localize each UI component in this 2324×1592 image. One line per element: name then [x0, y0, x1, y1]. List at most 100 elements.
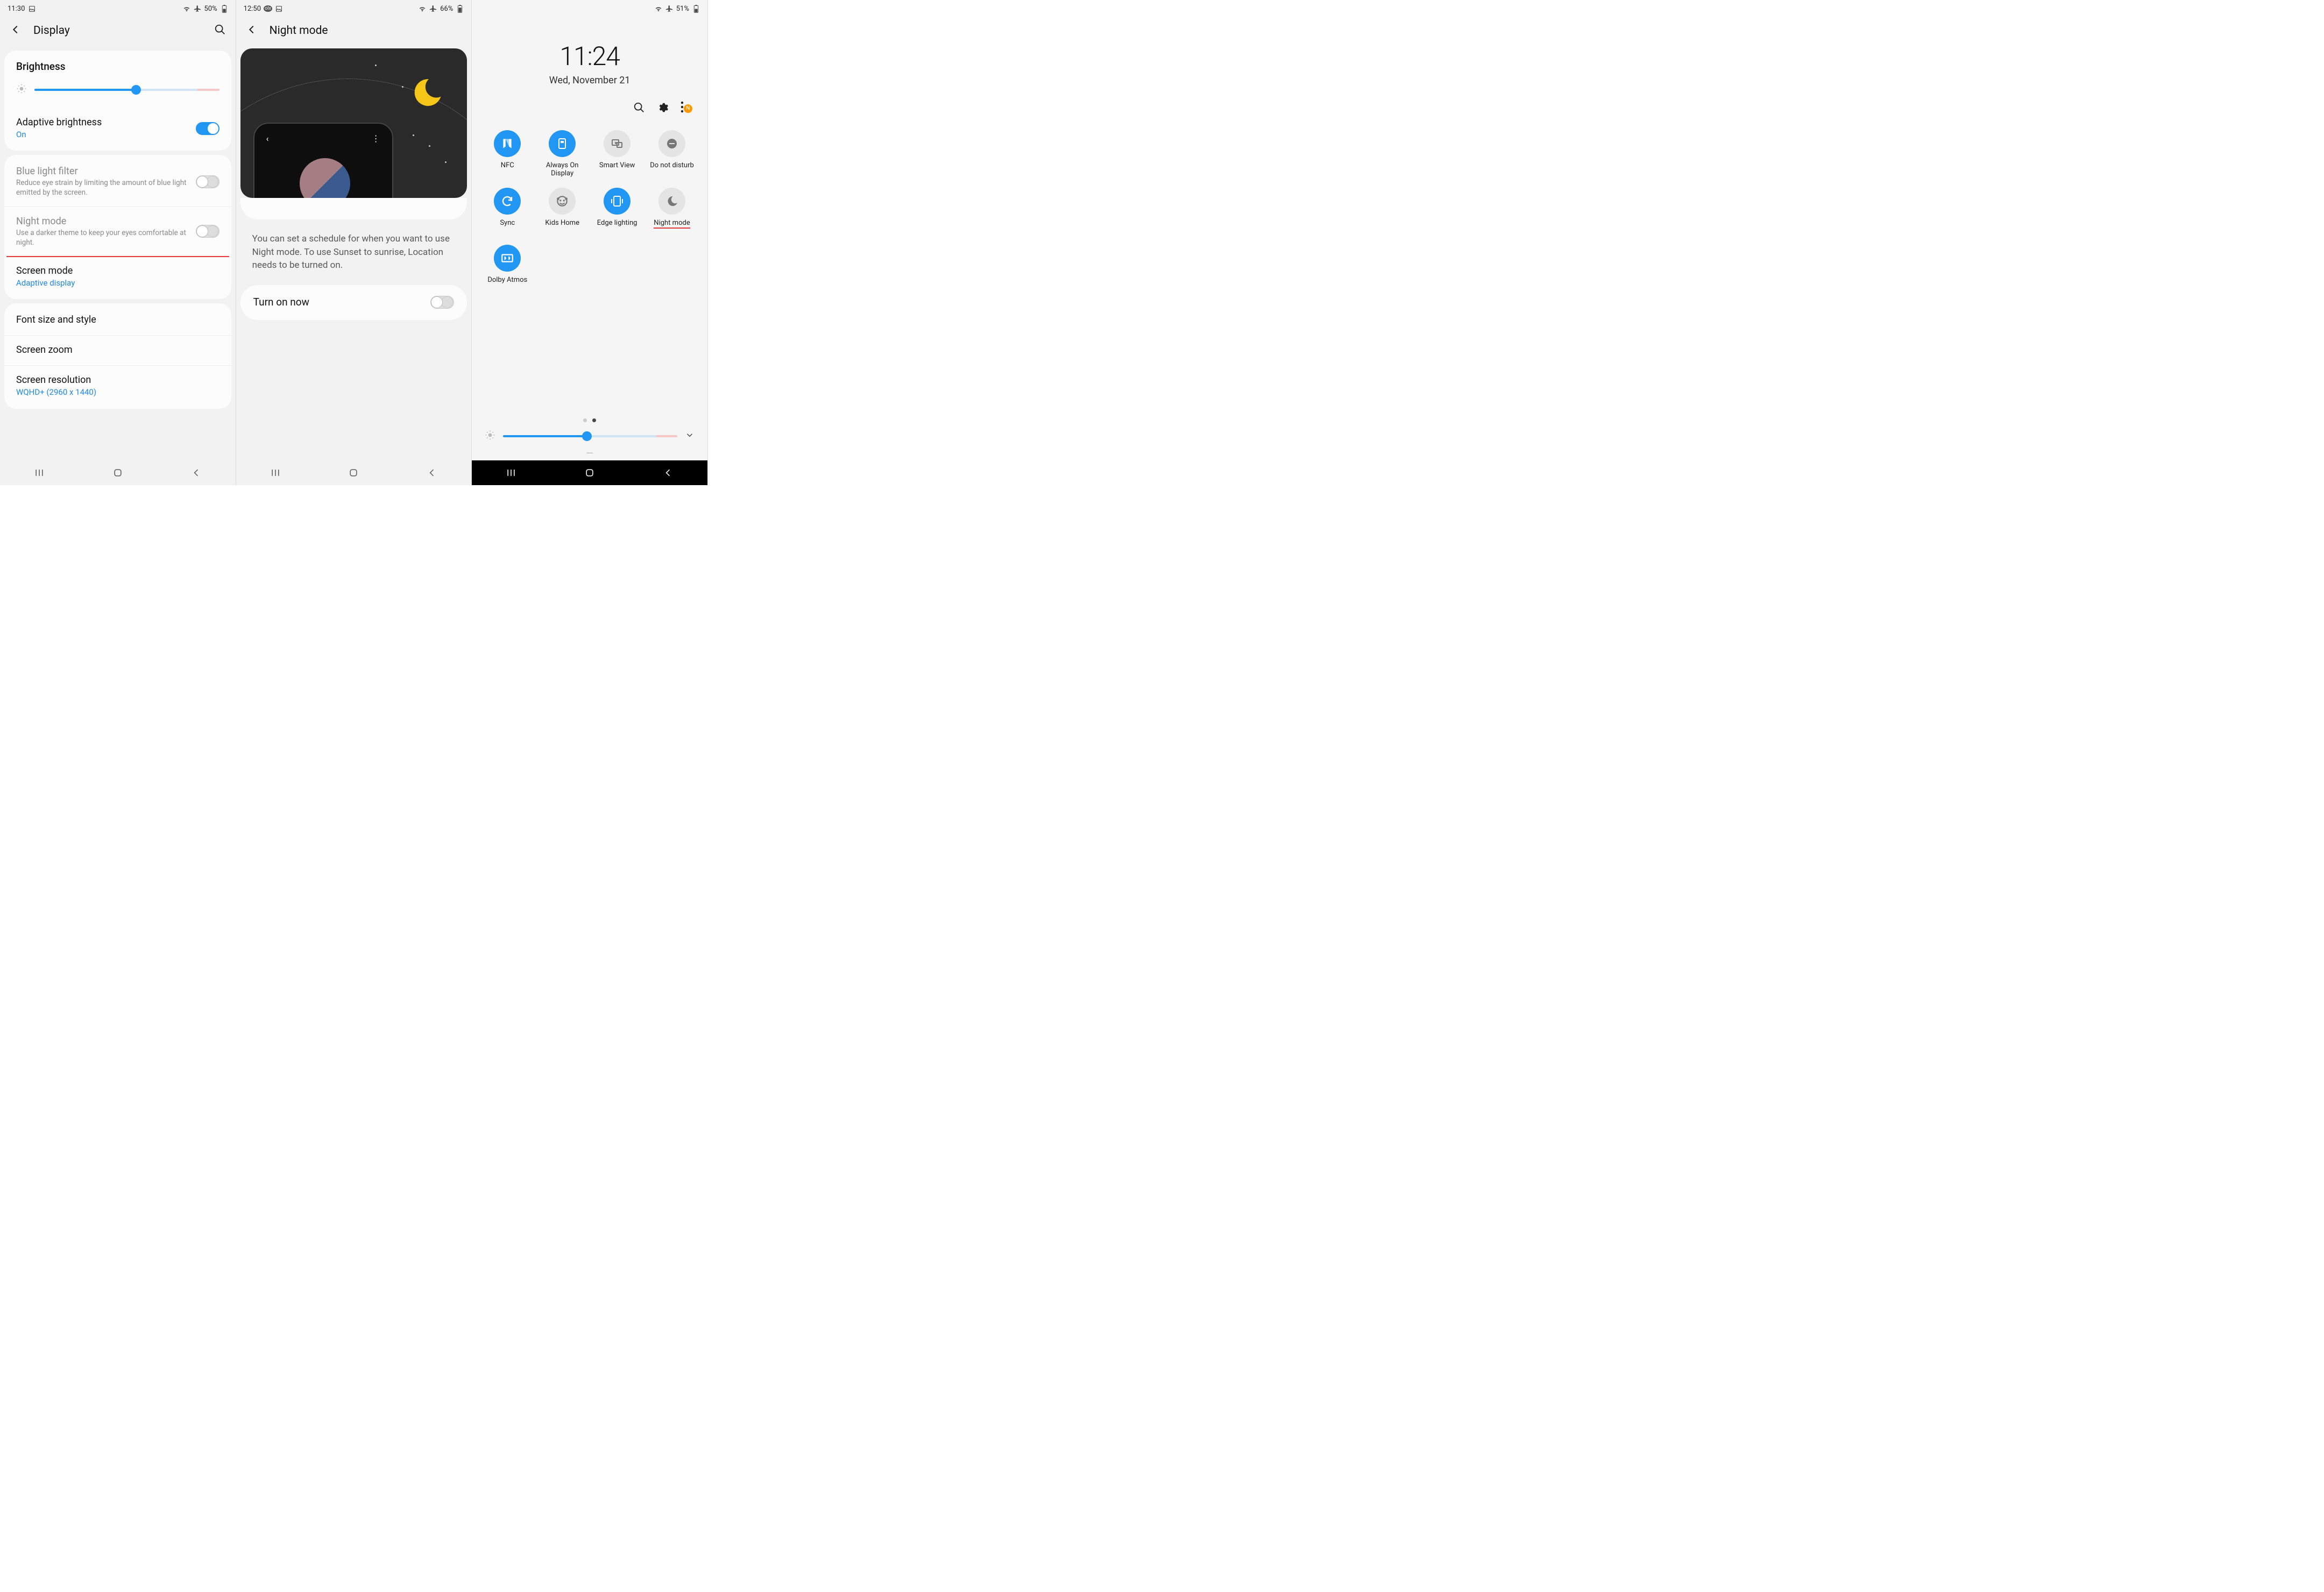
qs-settings-button[interactable]	[657, 102, 669, 116]
qs-tile-edge-lighting[interactable]: Edge lighting	[591, 188, 643, 235]
brightness-label: Brightness	[16, 60, 219, 73]
row-adaptive-brightness[interactable]: Adaptive brightness On	[4, 108, 231, 148]
qs-time: 11:24	[472, 41, 707, 72]
resolution-title: Screen resolution	[16, 374, 219, 386]
row-font-size[interactable]: Font size and style	[4, 305, 231, 336]
brightness-slider[interactable]	[16, 83, 219, 96]
status-time: 11:30	[8, 5, 25, 13]
row-turn-on-now[interactable]: Turn on now	[240, 286, 467, 319]
qs-tile-do-not-disturb[interactable]: Do not disturb	[646, 130, 698, 178]
wifi-icon	[655, 5, 662, 12]
adaptive-title: Adaptive brightness	[16, 117, 189, 128]
nav-bar	[236, 460, 472, 485]
nightmode-title: Night mode	[16, 216, 189, 227]
adaptive-toggle[interactable]	[196, 122, 219, 135]
qs-tile-dolby-atmos[interactable]: Dolby Atmos	[481, 245, 533, 292]
nav-recents[interactable]	[505, 466, 518, 479]
row-night-mode[interactable]: Night mode Use a darker theme to keep yo…	[4, 207, 231, 256]
turn-on-label: Turn on now	[253, 296, 424, 308]
battery-icon	[456, 5, 464, 12]
app-bar: Display	[0, 15, 236, 46]
chevron-down-icon[interactable]	[685, 430, 695, 442]
back-button[interactable]	[10, 24, 22, 38]
card-display-modes: Blue light filter Reduce eye strain by l…	[4, 155, 231, 299]
row-blue-light-filter[interactable]: Blue light filter Reduce eye strain by l…	[4, 157, 231, 207]
turn-on-toggle[interactable]	[430, 296, 454, 309]
nav-recents[interactable]	[269, 466, 282, 479]
qs-tile-always-on-display[interactable]: Always On Display	[536, 130, 588, 178]
qs-tile-label: Smart View	[599, 161, 635, 177]
status-battery-pct: 51%	[676, 5, 689, 13]
qs-handle[interactable]: —	[472, 448, 707, 460]
qs-tile-grid: NFC Always On Display Smart View Do not dis…	[472, 126, 707, 296]
qs-tile-label: Sync	[500, 219, 515, 235]
night-mode-hero: ‹⋮	[240, 48, 467, 198]
nav-recents[interactable]	[33, 466, 46, 479]
qs-search-button[interactable]	[633, 102, 645, 116]
mock-back-icon: ‹	[266, 133, 269, 144]
search-button[interactable]	[214, 24, 226, 38]
nav-home[interactable]	[111, 466, 124, 479]
page-title: Display	[33, 24, 202, 37]
qs-tile-night-mode[interactable]: Night mode	[646, 188, 698, 235]
nav-bar	[472, 460, 707, 485]
airplane-icon	[665, 5, 673, 12]
qs-tile-label: Edge lighting	[597, 219, 637, 235]
picture-icon	[28, 5, 36, 12]
card-font: Font size and style Screen zoom Screen r…	[4, 303, 231, 408]
phone-night-mode: 12:50 olx 66% Night mode	[236, 0, 472, 485]
qs-tile-label: Always On Display	[536, 161, 588, 178]
nav-home[interactable]	[583, 466, 596, 479]
status-battery-pct: 50%	[204, 5, 217, 13]
nightmode-toggle[interactable]	[196, 225, 219, 238]
battery-icon	[692, 5, 700, 12]
app-bar: Night mode	[236, 15, 472, 46]
nav-back[interactable]	[426, 466, 438, 479]
qs-pager[interactable]	[472, 411, 707, 425]
row-resolution[interactable]: Screen resolution WQHD+ (2960 x 1440)	[4, 366, 231, 406]
qs-brightness-slider[interactable]	[472, 425, 707, 448]
screenzoom-title: Screen zoom	[16, 344, 219, 356]
qs-more-button[interactable]: N	[681, 101, 695, 116]
status-battery-pct: 66%	[440, 5, 453, 13]
moon-icon	[410, 76, 442, 109]
qs-tile-icon	[604, 130, 630, 157]
bluelight-sub: Reduce eye strain by limiting the amount…	[16, 178, 189, 197]
qs-tile-label: Kids Home	[545, 219, 579, 235]
sun-icon	[16, 83, 27, 96]
airplane-icon	[429, 5, 437, 12]
qs-tile-kids-home[interactable]: Kids Home	[536, 188, 588, 235]
wifi-icon	[183, 5, 190, 12]
resolution-sub: WQHD+ (2960 x 1440)	[16, 387, 219, 397]
back-button[interactable]	[246, 24, 258, 38]
qs-tile-sync[interactable]: Sync	[481, 188, 533, 235]
olx-icon: olx	[264, 5, 272, 12]
qs-tile-nfc[interactable]: NFC	[481, 130, 533, 178]
wifi-icon	[419, 5, 426, 12]
qs-header: 11:24 Wed, November 21	[472, 15, 707, 96]
card-turn-on-now: Turn on now	[240, 285, 467, 320]
airplane-icon	[194, 5, 201, 12]
card-brightness: Brightness Adaptive brightness On	[4, 51, 231, 151]
qs-tile-icon	[658, 130, 685, 157]
nav-back[interactable]	[662, 466, 675, 479]
qs-tile-icon	[494, 245, 521, 272]
qs-tile-icon	[494, 188, 521, 215]
row-screen-zoom[interactable]: Screen zoom	[4, 336, 231, 366]
screenmode-title: Screen mode	[16, 265, 219, 276]
phone-quick-settings: 51% 11:24 Wed, November 21 N NFC Always O…	[472, 0, 708, 485]
bluelight-toggle[interactable]	[196, 175, 219, 188]
notification-badge: N	[684, 104, 692, 113]
status-bar: 12:50 olx 66%	[236, 0, 472, 15]
qs-tile-smart-view[interactable]: Smart View	[591, 130, 643, 178]
sun-icon	[485, 430, 495, 443]
status-time: 12:50	[244, 5, 261, 13]
nav-home[interactable]	[347, 466, 360, 479]
battery-icon	[221, 5, 228, 12]
qs-tile-label: NFC	[501, 161, 514, 177]
qs-tile-label: Night mode	[654, 219, 690, 235]
qs-tile-icon	[549, 188, 576, 215]
qs-tile-icon	[549, 130, 576, 157]
nav-back[interactable]	[190, 466, 203, 479]
row-screen-mode[interactable]: Screen mode Adaptive display	[4, 256, 231, 297]
